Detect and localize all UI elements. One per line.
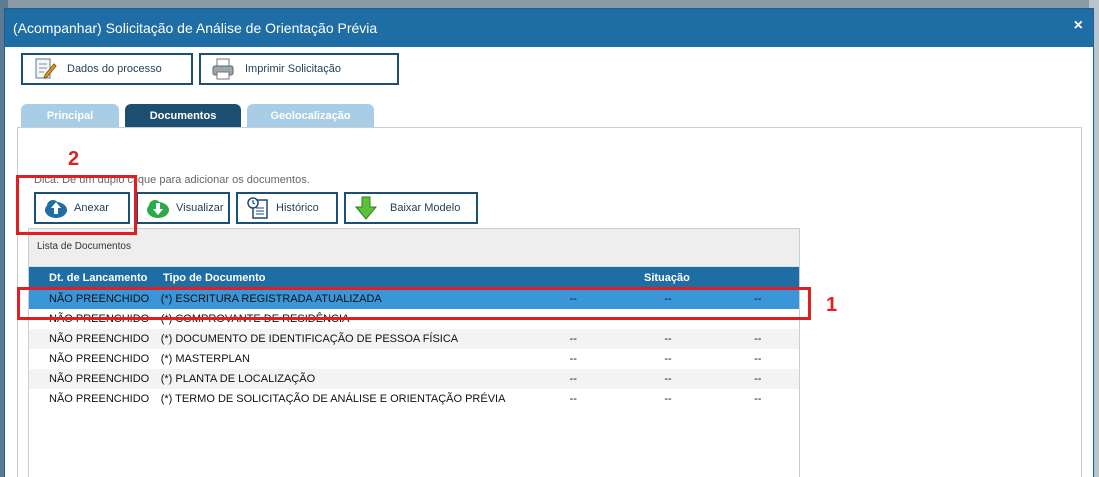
annotation-box-row bbox=[17, 287, 811, 320]
list-caption: Lista de Documentos bbox=[29, 229, 799, 267]
col-dt-lancamento[interactable]: Dt. de Lancamento bbox=[29, 272, 161, 284]
imprimir-solicitacao-label: Imprimir Solicitação bbox=[245, 63, 341, 75]
table-row[interactable]: NÃO PREENCHIDO (*) PLANTA DE LOCALIZAÇÃO… bbox=[29, 369, 799, 389]
dados-processo-button[interactable]: Dados do processo bbox=[21, 53, 193, 85]
dialog-titlebar: (Acompanhar) Solicitação de Análise de O… bbox=[5, 9, 1093, 47]
tab-documentos[interactable]: Documentos bbox=[125, 104, 241, 128]
dados-processo-label: Dados do processo bbox=[67, 63, 162, 75]
annotation-box-anexar bbox=[16, 175, 137, 235]
visualizar-button[interactable]: Visualizar bbox=[136, 192, 230, 224]
toolbar: Dados do processo Imprimir Solicitação bbox=[21, 53, 399, 85]
dialog-title: (Acompanhar) Solicitação de Análise de O… bbox=[13, 20, 378, 36]
edit-document-icon bbox=[33, 58, 57, 80]
tab-geolocalizacao[interactable]: Geolocalização bbox=[247, 104, 374, 128]
historico-button[interactable]: Histórico bbox=[236, 192, 338, 224]
table-row[interactable]: NÃO PREENCHIDO (*) MASTERPLAN -- -- -- bbox=[29, 349, 799, 369]
tab-principal[interactable]: Principal bbox=[21, 104, 119, 128]
annotation-number-1: 1 bbox=[826, 294, 838, 316]
table-header: Dt. de Lancamento Tipo de Documento Situ… bbox=[29, 267, 799, 289]
cloud-download-icon bbox=[146, 196, 170, 220]
dialog-window: (Acompanhar) Solicitação de Análise de O… bbox=[4, 8, 1094, 477]
download-arrow-icon bbox=[354, 196, 378, 220]
table-row[interactable]: NÃO PREENCHIDO (*) TERMO DE SOLICITAÇÃO … bbox=[29, 389, 799, 409]
col-tipo-documento[interactable]: Tipo de Documento bbox=[161, 272, 571, 284]
printer-icon bbox=[211, 58, 235, 80]
close-icon[interactable]: × bbox=[1074, 17, 1083, 35]
baixar-modelo-label: Baixar Modelo bbox=[390, 202, 461, 214]
baixar-modelo-button[interactable]: Baixar Modelo bbox=[344, 192, 478, 224]
table-row[interactable]: NÃO PREENCHIDO (*) DOCUMENTO DE IDENTIFI… bbox=[29, 329, 799, 349]
tab-bar: Principal Documentos Geolocalização bbox=[21, 104, 374, 128]
annotation-number-2: 2 bbox=[68, 148, 80, 170]
document-list: Lista de Documentos Dt. de Lancamento Ti… bbox=[28, 228, 800, 477]
historico-label: Histórico bbox=[276, 202, 319, 214]
col-situacao[interactable]: Situação bbox=[644, 272, 690, 284]
imprimir-solicitacao-button[interactable]: Imprimir Solicitação bbox=[199, 53, 399, 85]
visualizar-label: Visualizar bbox=[176, 202, 224, 214]
history-icon bbox=[246, 196, 270, 220]
